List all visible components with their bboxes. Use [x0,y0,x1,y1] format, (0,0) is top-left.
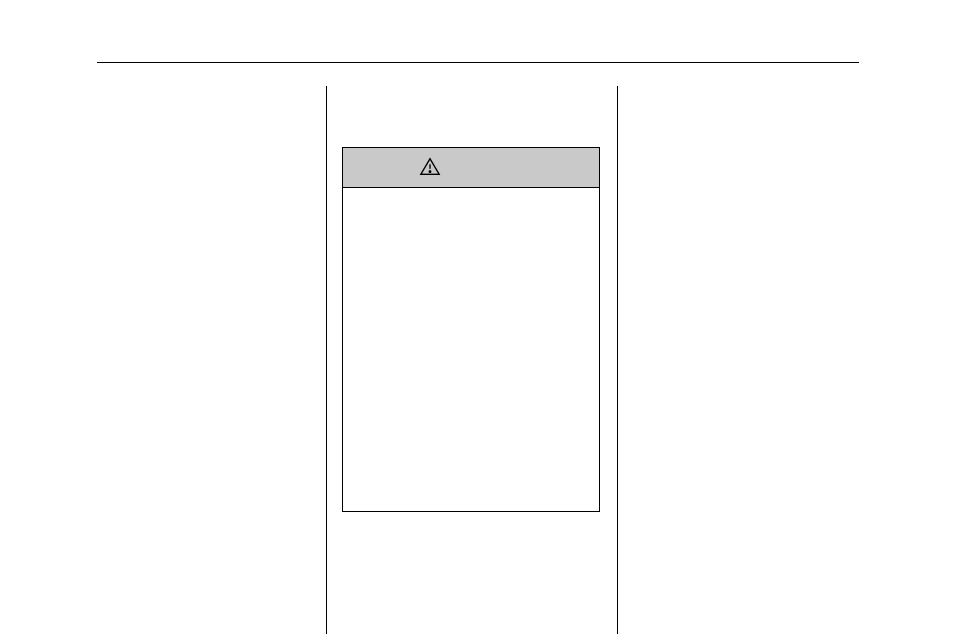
column-divider-left [326,86,327,634]
warning-header [343,148,599,188]
column-divider-right [617,86,618,634]
warning-box [342,147,600,512]
warning-body [343,188,599,208]
header-rule [97,62,859,63]
warning-triangle-icon [419,156,441,178]
